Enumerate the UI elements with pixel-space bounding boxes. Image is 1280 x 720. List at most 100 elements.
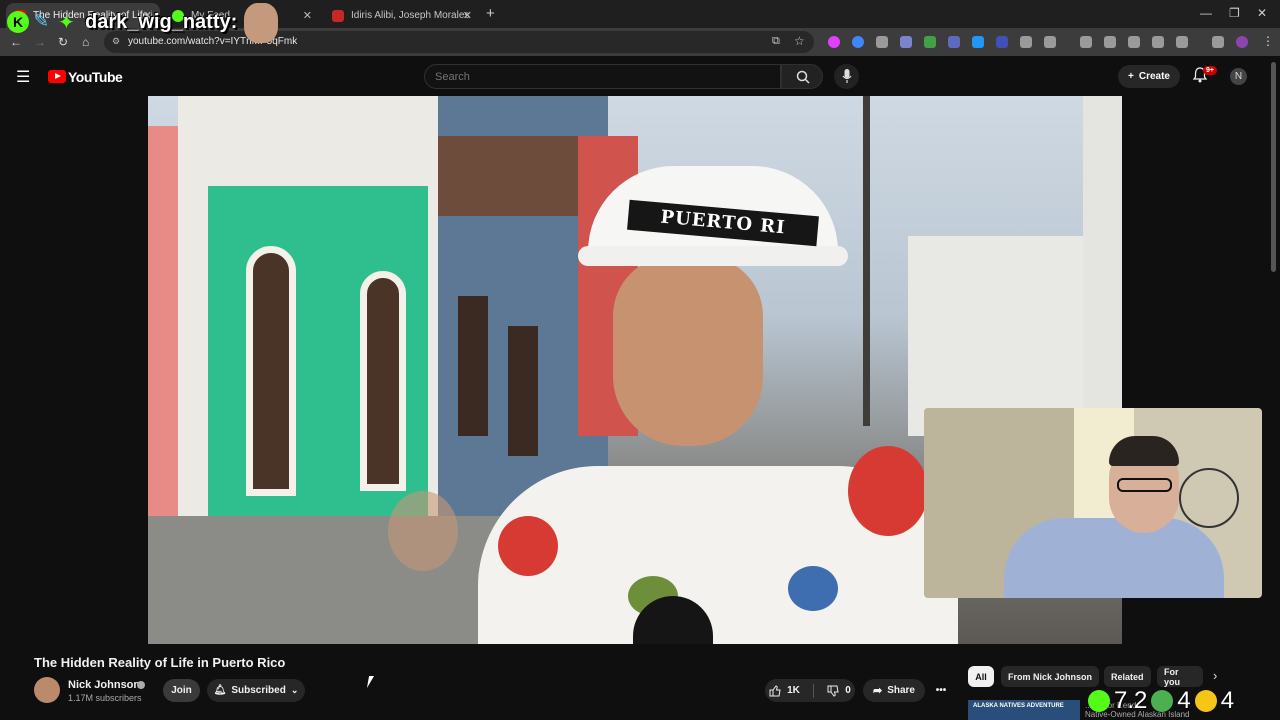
chip-related[interactable]: Related [1104, 666, 1151, 687]
white-apartment [908, 236, 1088, 436]
create-button[interactable]: + Create [1118, 65, 1180, 88]
search-button[interactable] [781, 64, 823, 89]
extension-icon[interactable] [876, 36, 888, 48]
account-initial: N [1234, 71, 1243, 82]
home-icon[interactable]: ⌂ [82, 35, 89, 49]
reader-icon[interactable] [1152, 36, 1164, 48]
extension-icon[interactable] [996, 36, 1008, 48]
mask-stat-icon [1194, 690, 1217, 712]
chip-from-channel[interactable]: From Nick Johnson [1001, 666, 1100, 687]
red-flower [848, 446, 928, 536]
kick-letter: K [12, 14, 24, 30]
chevron-down-icon: ⌄ [290, 685, 299, 695]
bell-icon: 🔔︎ [213, 685, 227, 696]
account-avatar[interactable]: N [1230, 68, 1247, 85]
glasses [1117, 478, 1172, 492]
extension-icon[interactable] [948, 36, 960, 48]
subscribed-button[interactable]: 🔔︎ Subscribed ⌄ [207, 679, 305, 702]
plus-icon: + [1128, 71, 1134, 82]
join-button[interactable]: Join [163, 679, 200, 702]
extension-icon[interactable] [1104, 36, 1116, 48]
hat-band-text: PUERTO RI [659, 206, 787, 239]
extension-icon[interactable] [1020, 36, 1032, 48]
close-icon[interactable]: ✕ [463, 9, 472, 22]
reload-icon[interactable]: ↻ [58, 35, 68, 49]
restore-icon[interactable]: ❐ [1229, 6, 1240, 20]
like-button[interactable]: 1K [769, 684, 800, 697]
microphone-icon [842, 69, 852, 83]
site-favicon-icon [332, 9, 344, 22]
sparkle-icon: ✦ [58, 12, 75, 34]
webcam-fan [1179, 468, 1239, 528]
bookmark-star-icon[interactable]: ☆ [794, 34, 805, 48]
channel-avatar[interactable] [34, 677, 60, 703]
wrench-icon: ✎ [34, 11, 50, 31]
kick-logo-icon: K [7, 11, 29, 33]
history-icon[interactable] [1080, 36, 1092, 48]
extension-icon[interactable] [924, 36, 936, 48]
blue-flower [788, 566, 838, 611]
chip-label: For you [1164, 666, 1181, 687]
share-label: Share [887, 685, 915, 696]
youtube-logo-icon[interactable] [48, 70, 66, 83]
youtube-logo-text[interactable]: YouTube [68, 69, 123, 85]
share-arrow-icon: ➦ [872, 685, 883, 697]
chip-label: All [975, 671, 987, 682]
like-dislike-group: 1K 0 [765, 679, 855, 702]
extension-icon[interactable] [972, 36, 984, 48]
streamer-shirt [1004, 518, 1224, 598]
subscribed-label: Subscribed [231, 685, 286, 696]
extensions-puzzle-icon[interactable] [1044, 36, 1056, 48]
utility-pole [863, 96, 870, 426]
extension-icon[interactable] [900, 36, 912, 48]
divider [813, 683, 815, 698]
hat-brim [578, 246, 848, 266]
chevron-right-icon[interactable]: › [1213, 668, 1217, 683]
chip-label: From Nick Johnson [1008, 671, 1093, 682]
create-label: Create [1138, 71, 1170, 82]
doorway [458, 296, 488, 436]
profile-avatar-icon[interactable] [1236, 36, 1248, 48]
sidepanel-icon[interactable] [1176, 36, 1188, 48]
extension-icon[interactable] [828, 36, 840, 48]
voice-search-button[interactable] [834, 64, 859, 89]
address-bar[interactable]: ⚙ youtube.com/watch?v=IYTnMP5qFmk ⧉ ☆ [104, 31, 814, 53]
kick-stat-icon [1088, 690, 1110, 712]
more-actions-button[interactable]: ••• [930, 679, 952, 702]
thumbs-up-icon [769, 684, 781, 696]
back-icon[interactable]: ← [10, 35, 22, 49]
recommendation-thumbnail[interactable]: ALASKA NATIVES ADVENTURE [968, 700, 1080, 720]
kebab-menu-icon[interactable]: ⋮ [1262, 34, 1274, 48]
like-count: 1K [787, 685, 800, 696]
close-icon[interactable]: ✕ [303, 9, 312, 22]
extension-icon[interactable] [852, 36, 864, 48]
dislike-button[interactable]: 0 [827, 685, 851, 697]
tab-idiris-alibi[interactable]: Idiris Alibi, Joseph Morales Betti ✕ [324, 3, 480, 28]
more-horizontal-icon: ••• [935, 685, 947, 696]
search-input[interactable] [424, 64, 781, 89]
cast-icon[interactable]: ⧉ [772, 35, 780, 48]
emote-face-icon [244, 3, 278, 43]
site-info-icon[interactable]: ⚙ [112, 36, 120, 47]
forward-icon[interactable]: → [34, 35, 46, 49]
chip-all[interactable]: All [968, 666, 994, 687]
page-scrollbar[interactable] [1271, 62, 1276, 272]
channel-name[interactable]: Nick Johnson [68, 679, 140, 691]
menu-icon[interactable]: ☰ [16, 67, 30, 87]
video-title: The Hidden Reality of Life in Puerto Ric… [34, 655, 286, 670]
notification-badge: 9+ [1203, 66, 1217, 75]
code-icon[interactable] [1128, 36, 1140, 48]
stat-value: 7.2 [1114, 687, 1148, 714]
close-window-icon[interactable]: ✕ [1257, 6, 1267, 20]
share-button[interactable]: ➦ Share [863, 679, 925, 702]
thumbs-down-icon [827, 685, 839, 697]
menu-lines-icon[interactable] [1212, 36, 1224, 48]
stat-value: 4 [1177, 687, 1191, 714]
chip-for-you[interactable]: For you [1157, 666, 1203, 687]
stat-value: 4 [1220, 687, 1235, 714]
minimize-icon[interactable]: — [1200, 6, 1212, 20]
stream-stats-overlay: 7.2 4 4 [1088, 687, 1234, 715]
streamer-webcam [924, 408, 1262, 598]
white-column [1083, 96, 1122, 416]
new-tab-button[interactable]: + [486, 5, 495, 22]
